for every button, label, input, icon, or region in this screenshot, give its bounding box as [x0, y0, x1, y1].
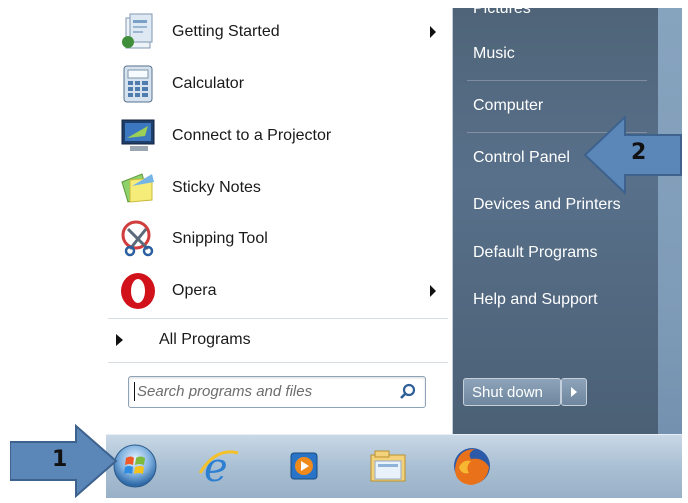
- right-item-music[interactable]: Music: [473, 45, 515, 63]
- program-label: Calculator: [172, 75, 245, 92]
- text-caret: [134, 382, 135, 401]
- callout-number: 2: [631, 140, 647, 165]
- snipping-tool-icon: [118, 219, 158, 259]
- search-icon[interactable]: [399, 383, 417, 401]
- screenshot: Getting Started Calculator Connect to a …: [106, 8, 682, 498]
- places-divider: [467, 80, 647, 81]
- search-box[interactable]: Search programs and files: [128, 376, 426, 408]
- expand-arrow-icon: [116, 334, 123, 346]
- shutdown-label: Shut down: [472, 383, 543, 401]
- all-programs-label: All Programs: [159, 331, 251, 348]
- media-player-icon[interactable]: [281, 443, 327, 489]
- program-label: Opera: [172, 282, 217, 299]
- program-label: Getting Started: [172, 23, 280, 40]
- shutdown-button[interactable]: Shut down: [463, 378, 561, 406]
- program-label: Connect to a Projector: [172, 127, 332, 144]
- internet-explorer-icon[interactable]: e: [196, 443, 242, 491]
- file-explorer-icon[interactable]: [365, 443, 411, 489]
- right-item-pictures[interactable]: Pictures: [473, 8, 531, 18]
- all-programs-item[interactable]: All Programs: [116, 326, 436, 354]
- program-calculator[interactable]: Calculator: [112, 59, 442, 109]
- callout-step-2: 2: [583, 114, 683, 196]
- start-menu-places-pane: Pictures Music Computer Control Panel De…: [453, 8, 658, 434]
- getting-started-icon: [118, 12, 158, 52]
- firefox-icon[interactable]: [449, 443, 495, 489]
- program-connect-projector[interactable]: Connect to a Projector: [112, 111, 442, 161]
- right-item-default-programs[interactable]: Default Programs: [473, 244, 598, 262]
- program-opera[interactable]: Opera: [112, 266, 442, 316]
- start-menu-programs-pane: Getting Started Calculator Connect to a …: [106, 8, 453, 434]
- right-item-control-panel[interactable]: Control Panel: [473, 149, 570, 167]
- program-getting-started[interactable]: Getting Started: [112, 8, 442, 57]
- callout-number: 1: [52, 447, 68, 472]
- program-sticky-notes[interactable]: Sticky Notes: [112, 163, 442, 213]
- projector-icon: [118, 116, 158, 156]
- program-snipping-tool[interactable]: Snipping Tool: [112, 214, 442, 264]
- opera-icon: [118, 271, 158, 311]
- right-item-help-support[interactable]: Help and Support: [473, 291, 598, 309]
- calculator-icon: [118, 64, 158, 104]
- submenu-arrow-icon[interactable]: [430, 285, 436, 297]
- right-item-devices-printers[interactable]: Devices and Printers: [473, 196, 621, 214]
- submenu-arrow-icon[interactable]: [430, 26, 436, 38]
- program-label: Sticky Notes: [172, 179, 261, 196]
- callout-step-1: 1: [9, 423, 120, 499]
- right-item-computer[interactable]: Computer: [473, 97, 543, 115]
- menu-divider: [108, 318, 448, 319]
- shutdown-options-arrow-icon[interactable]: [561, 378, 587, 406]
- taskbar: e: [106, 434, 682, 498]
- program-label: Snipping Tool: [172, 230, 268, 247]
- menu-divider: [108, 362, 448, 363]
- sticky-notes-icon: [118, 168, 158, 208]
- search-placeholder: Search programs and files: [137, 383, 313, 400]
